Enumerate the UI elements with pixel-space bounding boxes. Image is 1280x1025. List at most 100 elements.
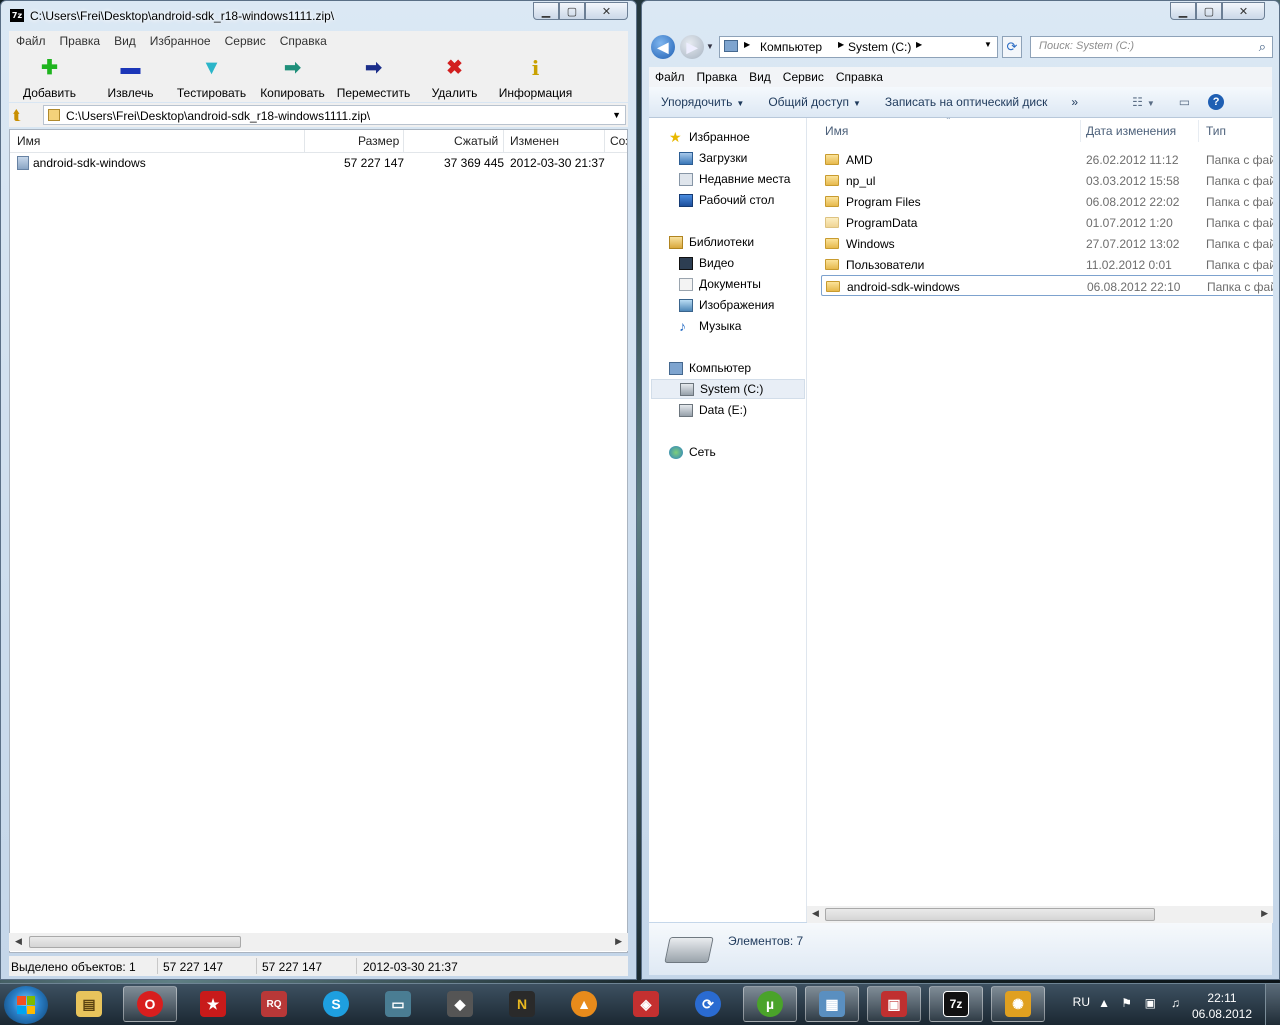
- scroll-right-icon[interactable]: ▶: [615, 936, 622, 947]
- forward-button[interactable]: ▶: [680, 35, 704, 59]
- menu-view[interactable]: Вид: [743, 70, 777, 84]
- nav-documents[interactable]: Документы: [679, 274, 761, 294]
- language-indicator[interactable]: RU: [1073, 995, 1090, 1009]
- menu-tools[interactable]: Сервис: [777, 70, 830, 84]
- menu-edit[interactable]: Правка: [691, 70, 744, 84]
- taskbar-toolbox[interactable]: ▣: [867, 986, 921, 1022]
- taskbar-pokerstars[interactable]: ★: [186, 986, 240, 1022]
- breadcrumb-system-c[interactable]: System (C:): [848, 40, 911, 54]
- list-item[interactable]: AMD 26.02.2012 11:12 Папка с фай: [821, 149, 1273, 170]
- organize-button[interactable]: Упорядочить ▼: [649, 95, 756, 109]
- volume-icon[interactable]: ♫: [1171, 996, 1180, 1010]
- chevron-right-icon[interactable]: ▶: [744, 40, 750, 49]
- nav-pictures[interactable]: Изображения: [679, 295, 774, 315]
- column-type[interactable]: Тип: [1206, 124, 1226, 138]
- breadcrumb[interactable]: ▶ Компьютер ▶ System (C:) ▶ ▼: [719, 36, 998, 58]
- taskbar-viewer[interactable]: ✺: [991, 986, 1045, 1022]
- chevron-down-icon[interactable]: ▼: [984, 40, 992, 49]
- column-packed[interactable]: Сжатый: [454, 134, 498, 148]
- list-item[interactable]: Windows 27.07.2012 13:02 Папка с фай: [821, 233, 1273, 254]
- menu-help[interactable]: Справка: [273, 34, 334, 48]
- search-input[interactable]: Поиск: System (C:) ⌕: [1030, 36, 1273, 58]
- info-button[interactable]: i Информация: [495, 50, 576, 102]
- taskbar-game[interactable]: ◆: [433, 986, 487, 1022]
- scroll-thumb[interactable]: [825, 908, 1155, 921]
- test-button[interactable]: ▼ Тестировать: [171, 50, 252, 102]
- menu-favorites[interactable]: Избранное: [143, 34, 218, 48]
- column-modified[interactable]: Изменен: [510, 134, 559, 148]
- help-button[interactable]: ?: [1202, 94, 1230, 110]
- nav-music[interactable]: ♪ Музыка: [679, 316, 741, 336]
- close-button[interactable]: ✕: [585, 2, 628, 20]
- folder-up-icon[interactable]: ⮬: [13, 107, 21, 124]
- share-button[interactable]: Общий доступ ▼: [756, 95, 873, 109]
- nav-network[interactable]: Сеть: [669, 442, 716, 462]
- minimize-button[interactable]: ▁: [1170, 2, 1196, 20]
- taskbar-skype[interactable]: S: [309, 986, 363, 1022]
- network-tray-icon[interactable]: ▣: [1145, 996, 1156, 1010]
- history-dropdown-icon[interactable]: ▼: [706, 42, 714, 51]
- nav-data-e[interactable]: Data (E:): [679, 400, 747, 420]
- move-button[interactable]: ➡ Переместить: [333, 50, 414, 102]
- column-name[interactable]: Имя: [825, 124, 848, 138]
- column-created[interactable]: Соз,: [610, 134, 627, 148]
- taskbar-7zip[interactable]: 7z: [929, 986, 983, 1022]
- nav-computer[interactable]: Компьютер: [669, 358, 751, 378]
- taskbar-control-panel[interactable]: ▦: [805, 986, 859, 1022]
- chevron-right-icon[interactable]: ▶: [916, 40, 922, 49]
- chevron-right-icon[interactable]: ▶: [838, 40, 844, 49]
- list-item[interactable]: Program Files 06.08.2012 22:02 Папка с ф…: [821, 191, 1273, 212]
- taskbar-app-red[interactable]: ◈: [619, 986, 673, 1022]
- nav-desktop[interactable]: Рабочий стол: [679, 190, 774, 210]
- column-date-modified[interactable]: Дата изменения: [1086, 124, 1176, 138]
- nav-recent-places[interactable]: Недавние места: [679, 169, 790, 189]
- copy-button[interactable]: ➡ Копировать: [252, 50, 333, 102]
- scroll-left-icon[interactable]: ◀: [812, 908, 819, 919]
- list-item[interactable]: Пользователи 11.02.2012 0:01 Папка с фай: [821, 254, 1273, 275]
- burn-disc-button[interactable]: Записать на оптический диск: [873, 95, 1060, 109]
- view-options-button[interactable]: ☷ ▼: [1120, 95, 1167, 109]
- nav-system-c[interactable]: System (C:): [651, 379, 805, 399]
- start-button[interactable]: [4, 986, 48, 1024]
- nav-favorites[interactable]: ★ Избранное: [669, 127, 750, 147]
- chevron-down-icon[interactable]: ▼: [612, 110, 621, 120]
- menu-view[interactable]: Вид: [107, 34, 143, 48]
- taskbar-aimp[interactable]: ▲: [557, 986, 611, 1022]
- nav-libraries[interactable]: Библиотеки: [669, 232, 754, 252]
- add-button[interactable]: ✚ Добавить: [9, 50, 90, 102]
- scroll-right-icon[interactable]: ▶: [1261, 908, 1268, 919]
- taskbar-rq[interactable]: RQ: [247, 986, 301, 1022]
- flag-icon[interactable]: ⚑: [1121, 996, 1132, 1010]
- list-item[interactable]: android-sdk-windows 06.08.2012 22:10 Пап…: [821, 275, 1273, 296]
- maximize-button[interactable]: ▢: [1196, 2, 1222, 20]
- scroll-left-icon[interactable]: ◀: [15, 936, 22, 947]
- more-commands-button[interactable]: »: [1059, 95, 1090, 109]
- column-size[interactable]: Размер: [358, 134, 399, 148]
- show-desktop-button[interactable]: [1265, 984, 1280, 1025]
- maximize-button[interactable]: ▢: [559, 2, 585, 20]
- delete-button[interactable]: ✖ Удалить: [414, 50, 495, 102]
- 7zip-address-input[interactable]: C:\Users\Frei\Desktop\android-sdk_r18-wi…: [43, 105, 626, 125]
- breadcrumb-computer[interactable]: Компьютер: [760, 40, 822, 54]
- taskbar-sync[interactable]: ⟳: [681, 986, 735, 1022]
- table-row[interactable]: android-sdk-windows 57 227 147 37 369 44…: [10, 153, 627, 173]
- menu-file[interactable]: Файл: [9, 34, 53, 48]
- close-button[interactable]: ✕: [1222, 2, 1265, 20]
- back-button[interactable]: ◀: [651, 35, 675, 59]
- taskbar-opera[interactable]: O: [123, 986, 177, 1022]
- scroll-thumb[interactable]: [29, 936, 241, 948]
- preview-pane-button[interactable]: ▭: [1167, 95, 1202, 109]
- 7zip-titlebar[interactable]: 7z C:\Users\Frei\Desktop\android-sdk_r18…: [1, 1, 636, 29]
- column-name[interactable]: Имя: [17, 134, 40, 148]
- taskbar-utorrent[interactable]: µ: [743, 986, 797, 1022]
- taskbar-monitor[interactable]: ▭: [371, 986, 425, 1022]
- clock[interactable]: 22:11 06.08.2012: [1192, 990, 1252, 1022]
- menu-edit[interactable]: Правка: [53, 34, 108, 48]
- nav-video[interactable]: Видео: [679, 253, 734, 273]
- nav-downloads[interactable]: Загрузки: [679, 148, 747, 168]
- menu-tools[interactable]: Сервис: [218, 34, 273, 48]
- file-list[interactable]: Имя ⌃ Дата изменения Тип AMD 26.02.2012 …: [807, 118, 1273, 906]
- list-item[interactable]: ProgramData 01.07.2012 1:20 Папка с фай: [821, 212, 1273, 233]
- minimize-button[interactable]: ▁: [533, 2, 559, 20]
- refresh-button[interactable]: ⟳: [1002, 36, 1022, 58]
